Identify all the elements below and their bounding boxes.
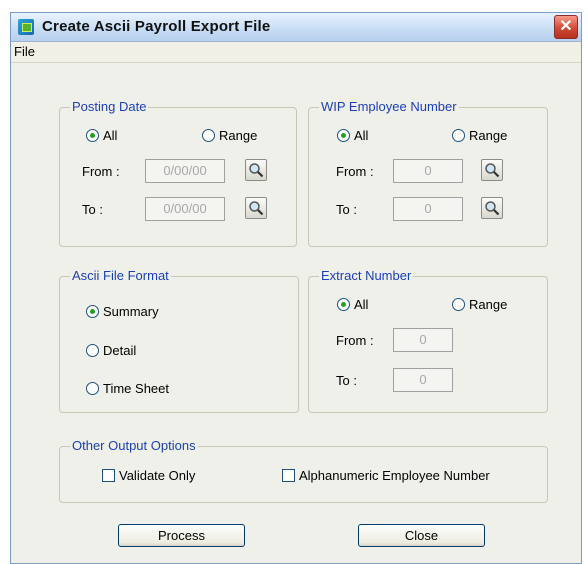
window-title: Create Ascii Payroll Export File bbox=[42, 18, 271, 35]
wip-employee-legend: WIP Employee Number bbox=[319, 99, 459, 114]
dialog-window: Create Ascii Payroll Export File ✕ File … bbox=[10, 12, 582, 564]
extract-number-range-radio[interactable]: Range bbox=[452, 297, 507, 312]
ascii-file-format-group: Ascii File Format Summary Detail Time Sh… bbox=[59, 268, 299, 413]
other-output-options-legend: Other Output Options bbox=[70, 438, 198, 453]
process-button[interactable]: Process bbox=[118, 524, 245, 547]
posting-date-to-lookup-button[interactable] bbox=[245, 197, 267, 219]
posting-date-range-radio[interactable]: Range bbox=[202, 128, 257, 143]
radio-label: Range bbox=[469, 297, 508, 312]
wip-employee-from-lookup-button[interactable] bbox=[481, 159, 503, 181]
alphanumeric-employee-number-checkbox[interactable]: Alphanumeric Employee Number bbox=[282, 468, 490, 483]
posting-date-from-label: From : bbox=[82, 164, 120, 179]
radio-label: All bbox=[103, 128, 118, 143]
radio-label: Range bbox=[469, 128, 508, 143]
extract-number-legend: Extract Number bbox=[319, 268, 414, 283]
extract-number-to-label: To : bbox=[336, 373, 357, 388]
validate-only-checkbox[interactable]: Validate Only bbox=[102, 468, 195, 483]
ascii-file-format-legend: Ascii File Format bbox=[70, 268, 171, 283]
format-detail-radio[interactable]: Detail bbox=[86, 343, 136, 358]
extract-number-from-label: From : bbox=[336, 333, 374, 348]
format-time-sheet-radio[interactable]: Time Sheet bbox=[86, 381, 169, 396]
format-summary-radio[interactable]: Summary bbox=[86, 304, 159, 319]
posting-date-to-input[interactable]: 0/00/00 bbox=[145, 197, 225, 221]
wip-employee-to-lookup-button[interactable] bbox=[481, 197, 503, 219]
extract-number-all-radio[interactable]: All bbox=[337, 297, 368, 312]
menu-file[interactable]: File bbox=[14, 44, 35, 59]
radio-label: All bbox=[354, 297, 369, 312]
radio-unselected-icon bbox=[452, 129, 465, 142]
other-output-options-group: Other Output Options Validate Only Alpha… bbox=[59, 438, 548, 503]
magnifier-icon bbox=[249, 163, 264, 178]
radio-selected-icon bbox=[337, 129, 350, 142]
posting-date-from-lookup-button[interactable] bbox=[245, 159, 267, 181]
extract-number-from-input[interactable]: 0 bbox=[393, 328, 453, 352]
title-bar[interactable]: Create Ascii Payroll Export File ✕ bbox=[11, 13, 581, 42]
radio-label: Detail bbox=[103, 343, 137, 358]
app-icon bbox=[18, 19, 34, 35]
posting-date-from-input[interactable]: 0/00/00 bbox=[145, 159, 225, 183]
radio-label: All bbox=[354, 128, 369, 143]
extract-number-to-input[interactable]: 0 bbox=[393, 368, 453, 392]
extract-number-group: Extract Number All Range From : 0 To : 0 bbox=[308, 268, 548, 413]
radio-selected-icon bbox=[86, 129, 99, 142]
radio-label: Range bbox=[219, 128, 258, 143]
radio-label: Time Sheet bbox=[103, 381, 169, 396]
wip-employee-from-input[interactable]: 0 bbox=[393, 159, 463, 183]
menu-bar: File bbox=[11, 42, 581, 63]
magnifier-icon bbox=[485, 201, 500, 216]
radio-unselected-icon bbox=[202, 129, 215, 142]
posting-date-to-label: To : bbox=[82, 202, 103, 217]
radio-unselected-icon bbox=[452, 298, 465, 311]
checkbox-unchecked-icon bbox=[102, 469, 115, 482]
checkbox-label: Alphanumeric Employee Number bbox=[299, 468, 490, 483]
wip-employee-from-label: From : bbox=[336, 164, 374, 179]
wip-employee-to-input[interactable]: 0 bbox=[393, 197, 463, 221]
checkbox-unchecked-icon bbox=[282, 469, 295, 482]
wip-employee-all-radio[interactable]: All bbox=[337, 128, 368, 143]
close-window-button[interactable]: ✕ bbox=[554, 15, 578, 39]
radio-selected-icon bbox=[86, 305, 99, 318]
radio-unselected-icon bbox=[86, 382, 99, 395]
posting-date-legend: Posting Date bbox=[70, 99, 149, 114]
wip-employee-range-radio[interactable]: Range bbox=[452, 128, 507, 143]
wip-employee-to-label: To : bbox=[336, 202, 357, 217]
radio-unselected-icon bbox=[86, 344, 99, 357]
magnifier-icon bbox=[249, 201, 264, 216]
posting-date-group: Posting Date All Range From : 0/00/00 To… bbox=[59, 99, 297, 247]
magnifier-icon bbox=[485, 163, 500, 178]
wip-employee-group: WIP Employee Number All Range From : 0 T… bbox=[308, 99, 548, 247]
radio-selected-icon bbox=[337, 298, 350, 311]
close-button[interactable]: Close bbox=[358, 524, 485, 547]
checkbox-label: Validate Only bbox=[119, 468, 196, 483]
posting-date-all-radio[interactable]: All bbox=[86, 128, 117, 143]
radio-label: Summary bbox=[103, 304, 159, 319]
